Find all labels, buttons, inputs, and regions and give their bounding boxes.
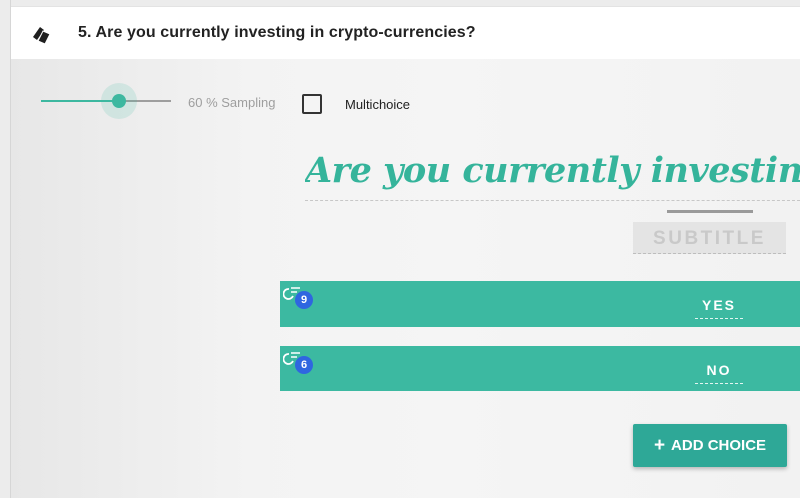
add-choice-label: ADD CHOICE — [671, 437, 767, 454]
subtitle-placeholder: SUBTITLE — [653, 228, 766, 249]
survey-editor: 5. Are you currently investing in crypto… — [0, 0, 800, 498]
sampling-label: 60 % Sampling — [188, 95, 276, 110]
choice-label[interactable]: NO — [695, 362, 743, 378]
choice-bar-no[interactable]: 6 NO — [280, 346, 800, 391]
sampling-slider-thumb[interactable] — [112, 94, 126, 108]
question-title-underline — [305, 200, 800, 201]
cards-icon — [33, 27, 51, 45]
question-header-title: 5. Are you currently investing in crypto… — [78, 24, 476, 41]
multichoice-label[interactable]: Multichoice — [345, 97, 410, 112]
question-title-input[interactable]: Are you currently investing in crypto-cu… — [305, 150, 800, 200]
choice-count-badge: 6 — [295, 356, 313, 374]
multichoice-checkbox[interactable] — [302, 94, 322, 114]
choice-count-badge: 9 — [295, 291, 313, 309]
subtitle-input[interactable]: SUBTITLE — [633, 222, 786, 254]
plus-icon: + — [653, 435, 666, 456]
choice-label-underline — [695, 383, 743, 384]
choice-label[interactable]: YES — [695, 297, 743, 313]
choice-bar-yes[interactable]: 9 YES — [280, 281, 800, 327]
add-choice-button[interactable]: + ADD CHOICE — [633, 424, 787, 467]
subtitle-divider — [667, 210, 753, 213]
choice-label-underline — [695, 318, 743, 319]
question-header[interactable]: 5. Are you currently investing in crypto… — [11, 6, 800, 60]
